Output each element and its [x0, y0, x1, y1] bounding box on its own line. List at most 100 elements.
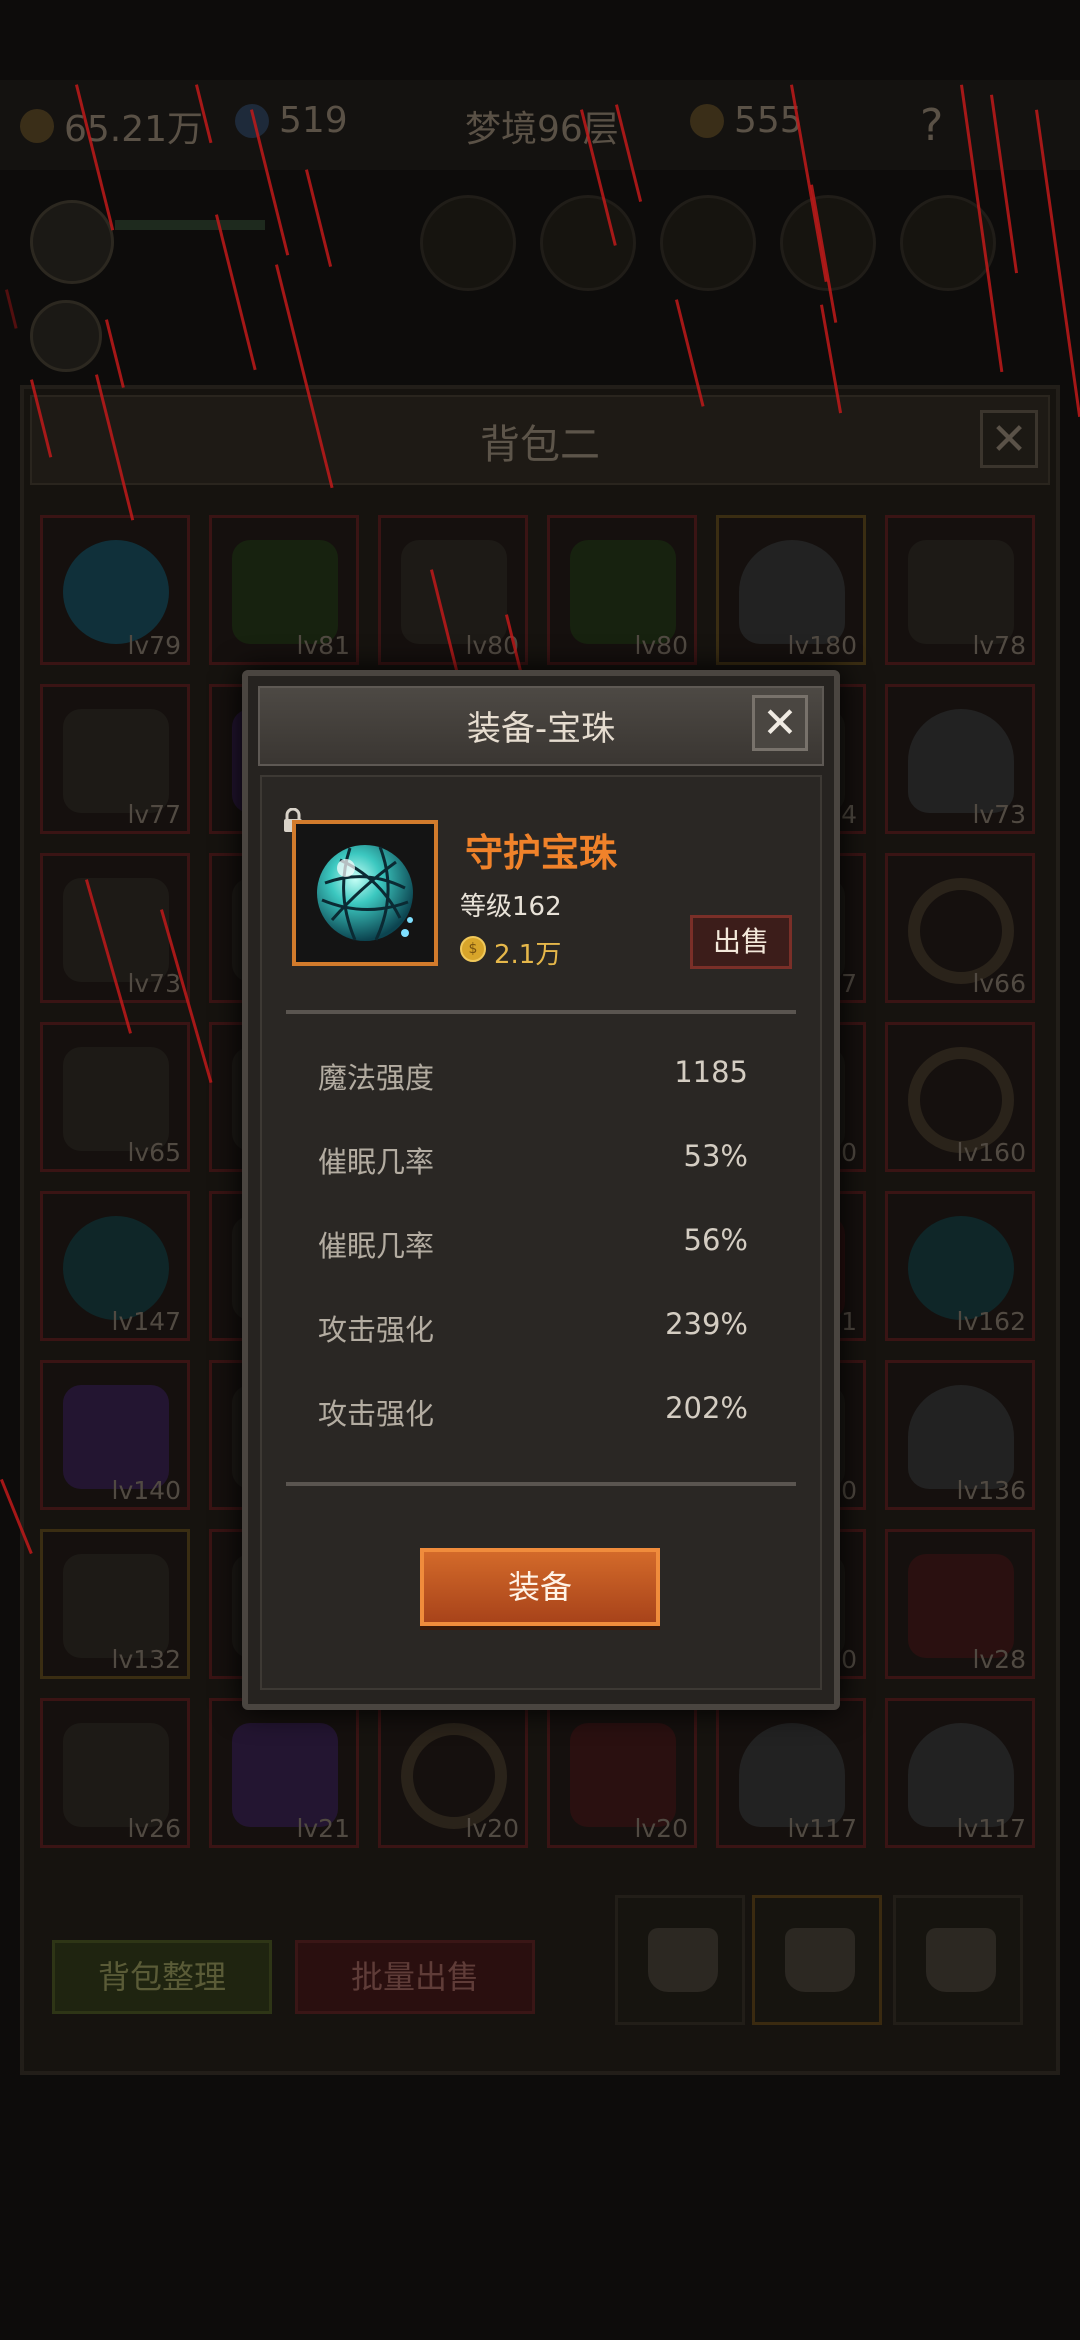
inventory-slot[interactable]: lv20: [378, 1698, 528, 1848]
inventory-slot[interactable]: lv79: [40, 515, 190, 665]
stat-value: 56%: [683, 1223, 748, 1257]
equip-button[interactable]: 装备: [420, 1548, 660, 1626]
item-level-label: lv73: [972, 800, 1026, 829]
item-level-label: lv20: [634, 1814, 688, 1843]
inventory-slot[interactable]: lv80: [547, 515, 697, 665]
inventory-slot[interactable]: lv77: [40, 684, 190, 834]
item-level-label: 0: [841, 1645, 857, 1674]
item-level-label: lv77: [127, 800, 181, 829]
item-icon: [739, 540, 845, 644]
item-level-label: lv20: [465, 1814, 519, 1843]
close-icon: ✕: [762, 698, 798, 747]
bag-tab-2[interactable]: [752, 1895, 882, 2025]
stat-row: 魔法强度 1185: [318, 1055, 748, 1099]
item-level-label: lv132: [111, 1645, 181, 1674]
item-level-label: lv147: [111, 1307, 181, 1336]
item-icon: [232, 1723, 338, 1827]
item-level-label: lv28: [972, 1645, 1026, 1674]
item-icon: [739, 1723, 845, 1827]
inventory-slot[interactable]: lv162: [885, 1191, 1035, 1341]
gold-coin-icon: [20, 109, 54, 143]
item-level-label: lv26: [127, 1814, 181, 1843]
stat-name: 攻击强化: [318, 1313, 435, 1347]
inventory-slot[interactable]: lv81: [209, 515, 359, 665]
help-icon[interactable]: ?: [920, 100, 943, 151]
key-value: 555: [734, 100, 803, 141]
item-level-label: lv136: [956, 1476, 1026, 1505]
item-level-label: lv78: [972, 631, 1026, 660]
stat-row: 攻击强化 239%: [318, 1307, 748, 1351]
inventory-slot[interactable]: lv180: [716, 515, 866, 665]
inventory-slot[interactable]: lv21: [209, 1698, 359, 1848]
bag-tab-1[interactable]: [615, 1895, 745, 2025]
stat-value: 239%: [665, 1307, 748, 1341]
sort-bag-button[interactable]: 背包整理: [52, 1940, 272, 2014]
inventory-slot[interactable]: lv73: [885, 684, 1035, 834]
item-icon: [63, 709, 169, 813]
inventory-slot[interactable]: lv20: [547, 1698, 697, 1848]
equip-slot[interactable]: [660, 195, 756, 291]
modal-title: 装备-宝珠: [466, 709, 616, 749]
modal-close-button[interactable]: ✕: [752, 695, 808, 751]
item-icon: [63, 540, 169, 644]
inventory-slot[interactable]: lv28: [885, 1529, 1035, 1679]
stat-name: 催眠几率: [318, 1145, 435, 1179]
item-price: 2.1万: [494, 940, 562, 970]
coin-icon: $: [460, 936, 486, 962]
sell-button[interactable]: 出售: [690, 915, 792, 969]
backpack-icon: [648, 1928, 718, 1992]
hero-avatar[interactable]: [30, 200, 114, 284]
stat-row: 催眠几率 53%: [318, 1139, 748, 1183]
item-level-label: lv65: [127, 1138, 181, 1167]
equip-slot[interactable]: [540, 195, 636, 291]
item-icon: [401, 540, 507, 644]
inventory-slot[interactable]: lv80: [378, 515, 528, 665]
item-icon: [63, 878, 169, 982]
item-level-label: 7: [841, 969, 857, 998]
hero-avatar-2[interactable]: [30, 300, 102, 372]
gem-value: 519: [279, 100, 348, 141]
item-icon: [63, 1216, 169, 1320]
gold-counter: 65.21万: [20, 100, 203, 152]
item-icon: [63, 1047, 169, 1151]
inventory-slot[interactable]: lv147: [40, 1191, 190, 1341]
item-icon: [908, 709, 1014, 813]
bag-tab-3[interactable]: [893, 1895, 1023, 2025]
item-level: 等级162: [460, 892, 562, 922]
stat-name: 催眠几率: [318, 1229, 435, 1263]
close-icon: ✕: [990, 414, 1028, 465]
batch-sell-button[interactable]: 批量出售: [295, 1940, 535, 2014]
inventory-slot[interactable]: lv132: [40, 1529, 190, 1679]
item-icon: [63, 1554, 169, 1658]
item-level-label: lv160: [956, 1138, 1026, 1167]
inventory-slot[interactable]: lv117: [716, 1698, 866, 1848]
inventory-slot[interactable]: lv117: [885, 1698, 1035, 1848]
inventory-slot[interactable]: lv78: [885, 515, 1035, 665]
item-level-label: lv117: [787, 1814, 857, 1843]
item-level-label: 4: [841, 800, 857, 829]
item-level-label: 1: [841, 1307, 857, 1336]
stage-value: 梦境96层: [465, 109, 619, 150]
inventory-slot[interactable]: lv66: [885, 853, 1035, 1003]
item-level-label: lv73: [127, 969, 181, 998]
inventory-slot[interactable]: lv140: [40, 1360, 190, 1510]
equip-slot[interactable]: [420, 195, 516, 291]
item-level-label: lv66: [972, 969, 1026, 998]
item-icon: [570, 1723, 676, 1827]
inventory-slot[interactable]: lv136: [885, 1360, 1035, 1510]
item-level-label: 0: [841, 1476, 857, 1505]
item-icon: [908, 1723, 1014, 1827]
inventory-slot[interactable]: lv160: [885, 1022, 1035, 1172]
divider: [286, 1010, 796, 1014]
bag-close-button[interactable]: ✕: [980, 410, 1038, 468]
inventory-slot[interactable]: lv65: [40, 1022, 190, 1172]
inventory-slot[interactable]: lv26: [40, 1698, 190, 1848]
item-level-label: lv140: [111, 1476, 181, 1505]
key-icon: [690, 103, 724, 138]
orb-icon: [317, 845, 413, 941]
backpack-icon: [926, 1928, 996, 1992]
stat-name: 攻击强化: [318, 1397, 435, 1431]
stage-label: 梦境96层: [465, 100, 619, 152]
divider: [286, 1482, 796, 1486]
backpack-icon: [785, 1928, 855, 1992]
